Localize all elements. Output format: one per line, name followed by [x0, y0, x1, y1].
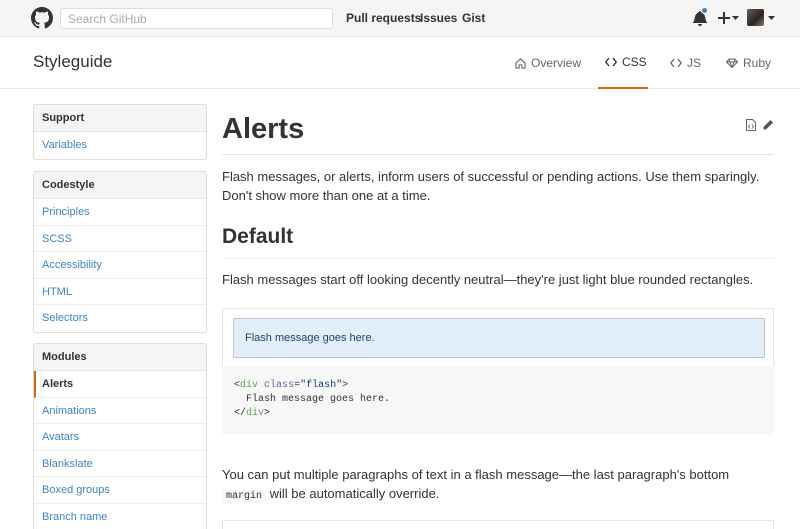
tab-css[interactable]: CSS [598, 37, 648, 89]
pencil-icon[interactable] [762, 119, 774, 131]
nav-gist[interactable]: Gist [462, 11, 485, 25]
sidebar-item-alerts[interactable]: Alerts [34, 371, 206, 398]
nav-issues[interactable]: Issues [420, 11, 457, 25]
sidebar-item-html[interactable]: HTML [34, 279, 206, 305]
github-logo-icon[interactable] [31, 7, 53, 29]
tab-js[interactable]: JS [670, 37, 701, 89]
global-header: Pull requests Issues Gist [0, 0, 800, 37]
styleguide-title[interactable]: Styleguide [33, 52, 112, 72]
sidebar-heading: Modules [34, 344, 206, 371]
code-icon [605, 57, 617, 67]
notification-indicator [701, 7, 708, 14]
ruby-icon [726, 58, 738, 68]
sidebar-item-scss[interactable]: SCSS [34, 226, 206, 252]
sidebar-item-accessibility[interactable]: Accessibility [34, 252, 206, 279]
styleguide-header: Styleguide Overview CSS JS Ruby [0, 37, 800, 89]
sidebar-heading: Support [34, 105, 206, 132]
sidebar-item-avatars[interactable]: Avatars [34, 424, 206, 451]
section-title: Default [222, 225, 294, 248]
sidebar-item-boxed-groups[interactable]: Boxed groups [34, 477, 206, 504]
divider [222, 154, 774, 155]
divider [222, 258, 774, 259]
nav-pull-requests[interactable]: Pull requests [346, 11, 421, 25]
file-code-icon[interactable] [745, 119, 757, 131]
intro-text: Flash messages, or alerts, inform users … [222, 169, 760, 203]
example-box [222, 520, 774, 529]
code-icon [670, 58, 682, 68]
page-title: Alerts [222, 113, 305, 145]
sidebar-item-variables[interactable]: Variables [34, 132, 206, 159]
sidebar-heading: Codestyle [34, 172, 206, 199]
tab-overview[interactable]: Overview [515, 37, 581, 89]
sidebar-item-branch-name[interactable]: Branch name [34, 504, 206, 529]
caret-down-icon [768, 16, 775, 20]
sidebar-section-support: Support Variables [33, 104, 207, 160]
search-input[interactable] [60, 8, 333, 29]
create-new-menu[interactable] [716, 9, 740, 27]
sidebar-item-selectors[interactable]: Selectors [34, 305, 206, 332]
sidebar-section-codestyle: Codestyle Principles SCSS Accessibility … [33, 171, 207, 333]
caret-down-icon [732, 16, 739, 20]
sidebar-item-animations[interactable]: Animations [34, 398, 206, 424]
sidebar-item-principles[interactable]: Principles [34, 199, 206, 226]
sidebar-item-blankslate[interactable]: Blankslate [34, 451, 206, 477]
flash-message: Flash message goes here. [233, 318, 765, 358]
code-snippet: <div class="flash"> Flash message goes h… [222, 366, 774, 435]
example-box: Flash message goes here. <div class="fla… [222, 308, 774, 435]
paragraph-text: You can put multiple paragraphs of text … [222, 467, 730, 503]
user-menu[interactable] [747, 9, 777, 27]
avatar [747, 9, 764, 26]
inline-code: margin [222, 490, 267, 503]
home-icon [515, 57, 526, 69]
tab-ruby[interactable]: Ruby [726, 37, 771, 89]
section-text: Flash messages start off looking decentl… [222, 272, 754, 287]
plus-icon [718, 12, 730, 24]
sidebar-section-modules: Modules Alerts Animations Avatars Blanks… [33, 343, 207, 529]
